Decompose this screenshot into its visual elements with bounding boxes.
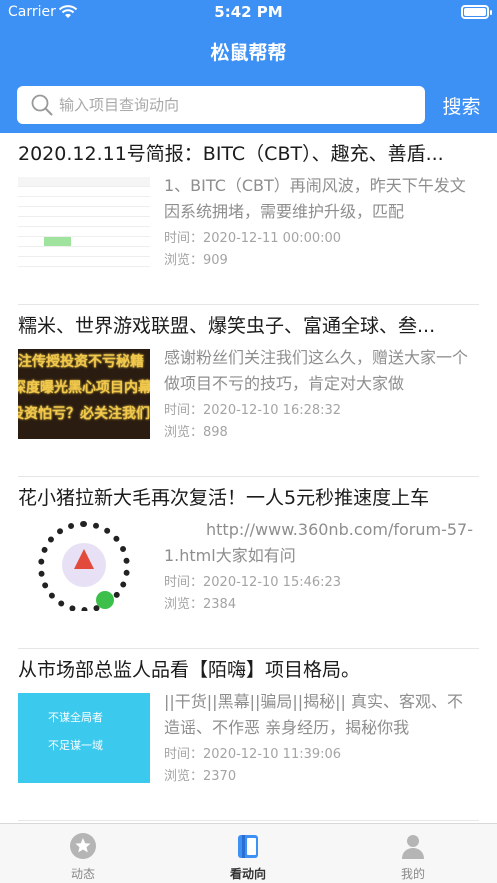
article-summary: 感谢粉丝们关注我们这么久，赠送大家一个做项目不亏的技巧，肯定对大家做 — [164, 348, 469, 393]
search-button[interactable]: 搜索 — [434, 89, 489, 121]
article-title[interactable]: 糯米、世界游戏联盟、爆笑虫子、富通全球、叁... — [18, 311, 480, 338]
article-item[interactable]: 从市场部总监人品看【陌嗨】项目格局。 不谋全局者 不足谋一域 ||干货||黑幕|… — [0, 649, 497, 821]
tab-mine[interactable]: 我的 — [358, 824, 468, 883]
article-views: 浏览：909 — [164, 253, 228, 268]
article-summary: http://www.360nb.com/forum-57-1.html大家如有… — [164, 520, 474, 565]
tab-label: 动态 — [70, 867, 95, 881]
app-header: Carrier 5:42 PM 松鼠帮帮 搜索 — [0, 0, 497, 133]
person-icon — [402, 835, 424, 859]
article-views: 浏览：2384 — [164, 597, 237, 612]
article-views: 浏览：2370 — [164, 769, 237, 784]
status-time: 5:42 PM — [214, 3, 283, 21]
thumbnail-caption: 不谋全局者 — [48, 711, 103, 724]
thumbnail-caption: 专注传授投资不亏秘籍 — [18, 354, 144, 370]
tab-label: 我的 — [400, 867, 425, 881]
tab-trends[interactable]: 看动向 — [193, 824, 303, 883]
book-icon — [238, 835, 258, 858]
article-summary: 1、BITC（CBT）再闹风波，昨天下午发文因系统拥堵，需要维护升级，匹配 — [164, 176, 466, 221]
article-item[interactable]: 花小猪拉新大毛再次复活！一人5元秒推速度上车 http://www.360nb.… — [0, 477, 497, 649]
article-feed[interactable]: 2020.12.11号简报：BITC（CBT）、趣充、善盾... 1、BITC（… — [0, 133, 497, 823]
tab-dynamics[interactable]: 动态 — [28, 824, 138, 883]
divider — [18, 820, 479, 821]
page-title: 松鼠帮帮 — [210, 42, 287, 64]
thumbnail-caption: 不足谋一域 — [48, 739, 103, 752]
article-item[interactable]: 糯米、世界游戏联盟、爆笑虫子、富通全球、叁... 专注传授投资不亏秘籍 深度曝光… — [0, 305, 497, 477]
battery-icon — [461, 5, 492, 19]
thumbnail-caption: 深度曝光黑心项目内幕 — [18, 380, 150, 396]
search-input[interactable] — [59, 93, 415, 117]
article-title[interactable]: 从市场部总监人品看【陌嗨】项目格局。 — [18, 655, 480, 682]
article-time: 时间：2020-12-10 11:39:06 — [164, 747, 342, 762]
article-time: 时间：2020-12-10 15:46:23 — [164, 575, 342, 590]
article-thumbnail: 不谋全局者 不足谋一域 — [18, 693, 150, 783]
article-summary: ||干货||黑幕||骗局||揭秘|| 真实、客观、不造谣、不作恶 亲身经历，揭秘… — [164, 692, 463, 737]
article-views: 浏览：898 — [164, 425, 228, 440]
search-box[interactable] — [17, 86, 425, 124]
tab-bar: 动态 看动向 我的 — [0, 823, 497, 883]
article-time: 时间：2020-12-11 00:00:00 — [164, 231, 342, 246]
search-icon — [31, 94, 53, 116]
star-icon — [70, 833, 96, 859]
tab-label: 看动向 — [229, 867, 266, 881]
article-thumbnail — [18, 177, 150, 267]
article-title[interactable]: 花小猪拉新大毛再次复活！一人5元秒推速度上车 — [18, 483, 480, 510]
article-time: 时间：2020-12-10 16:28:32 — [164, 403, 342, 418]
qr-code-image — [18, 521, 150, 611]
thumbnail-caption: 投资怕亏？必关注我们 — [18, 406, 150, 422]
article-thumbnail: 专注传授投资不亏秘籍 深度曝光黑心项目内幕 投资怕亏？必关注我们 — [18, 349, 150, 439]
article-title[interactable]: 2020.12.11号简报：BITC（CBT）、趣充、善盾... — [18, 139, 480, 166]
status-bar: Carrier 5:42 PM — [0, 0, 497, 26]
article-item[interactable]: 2020.12.11号简报：BITC（CBT）、趣充、善盾... 1、BITC（… — [0, 133, 497, 305]
